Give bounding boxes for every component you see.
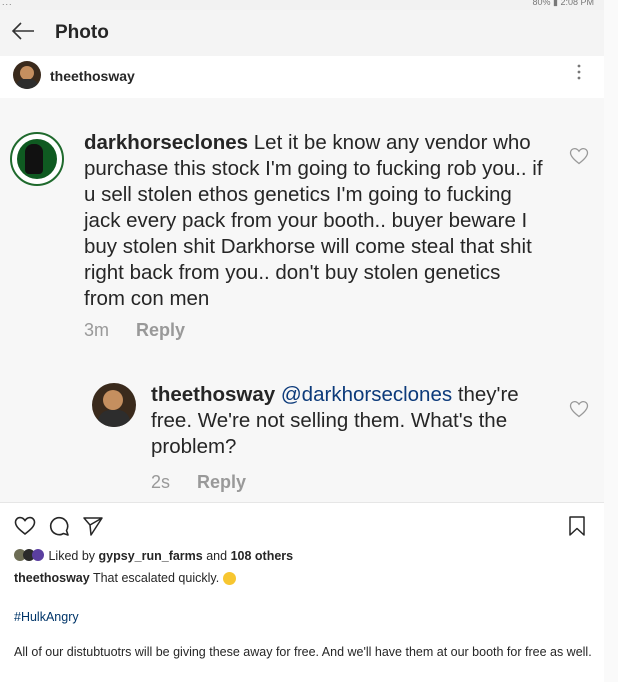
reply-meta: 2s Reply: [151, 472, 246, 493]
reply-button[interactable]: Reply: [197, 472, 246, 492]
comment-body: Let it be know any vendor who purchase t…: [84, 131, 543, 310]
reply-text: theethosway @darkhorseclones they're fre…: [151, 382, 541, 460]
comment-meta: 3m Reply: [84, 320, 185, 341]
likes-middle: and: [206, 549, 228, 563]
scrollbar[interactable]: [604, 0, 618, 682]
caption: theethosway That escalated quickly.: [14, 571, 236, 586]
likes-prefix: Liked by: [48, 549, 96, 563]
likes-user[interactable]: gypsy_run_farms: [99, 549, 203, 563]
likes-others[interactable]: 108 others: [231, 549, 294, 563]
status-right: 80% ▮ 2:08 PM: [532, 0, 594, 7]
commenter-avatar[interactable]: [10, 132, 64, 186]
comment-text: darkhorseclones Let it be know any vendo…: [84, 130, 544, 312]
liker-avatar: [32, 549, 44, 562]
grinning-emoji-icon: [222, 572, 236, 586]
caption-username[interactable]: theethosway: [14, 571, 90, 585]
comment-time: 3m: [84, 320, 110, 340]
bookmark-icon[interactable]: [568, 515, 586, 537]
status-left: ...: [2, 0, 13, 7]
more-options-icon[interactable]: [574, 64, 584, 80]
poster-username[interactable]: theethosway: [50, 68, 135, 84]
heart-icon[interactable]: [569, 147, 589, 165]
poster-avatar[interactable]: [13, 61, 41, 89]
status-bar: ... 80% ▮ 2:08 PM: [0, 0, 604, 10]
heart-icon[interactable]: [569, 400, 589, 418]
caption-text: That escalated quickly.: [92, 571, 220, 585]
comment-username[interactable]: darkhorseclones: [84, 131, 248, 154]
comment-icon[interactable]: [48, 515, 70, 537]
likes-line: Liked by gypsy_run_farms and 108 others: [14, 549, 293, 564]
top-bar: Photo: [0, 10, 604, 56]
post-header: theethosway: [0, 56, 604, 99]
page-title: Photo: [55, 22, 109, 43]
hashtag-link[interactable]: #HulkAngry: [14, 610, 79, 624]
reply-mention[interactable]: @darkhorseclones: [281, 383, 452, 406]
caption-continued: All of our distubtuotrs will be giving t…: [14, 645, 592, 659]
reply-username[interactable]: theethosway: [151, 383, 275, 406]
like-icon[interactable]: [14, 516, 36, 536]
post-actions: [0, 502, 604, 544]
share-icon[interactable]: [82, 515, 104, 537]
reply-button[interactable]: Reply: [136, 320, 185, 340]
reply-time: 2s: [151, 472, 171, 492]
reply-avatar[interactable]: [92, 383, 136, 427]
back-arrow-icon[interactable]: [10, 18, 36, 51]
liker-avatars: [14, 549, 44, 564]
